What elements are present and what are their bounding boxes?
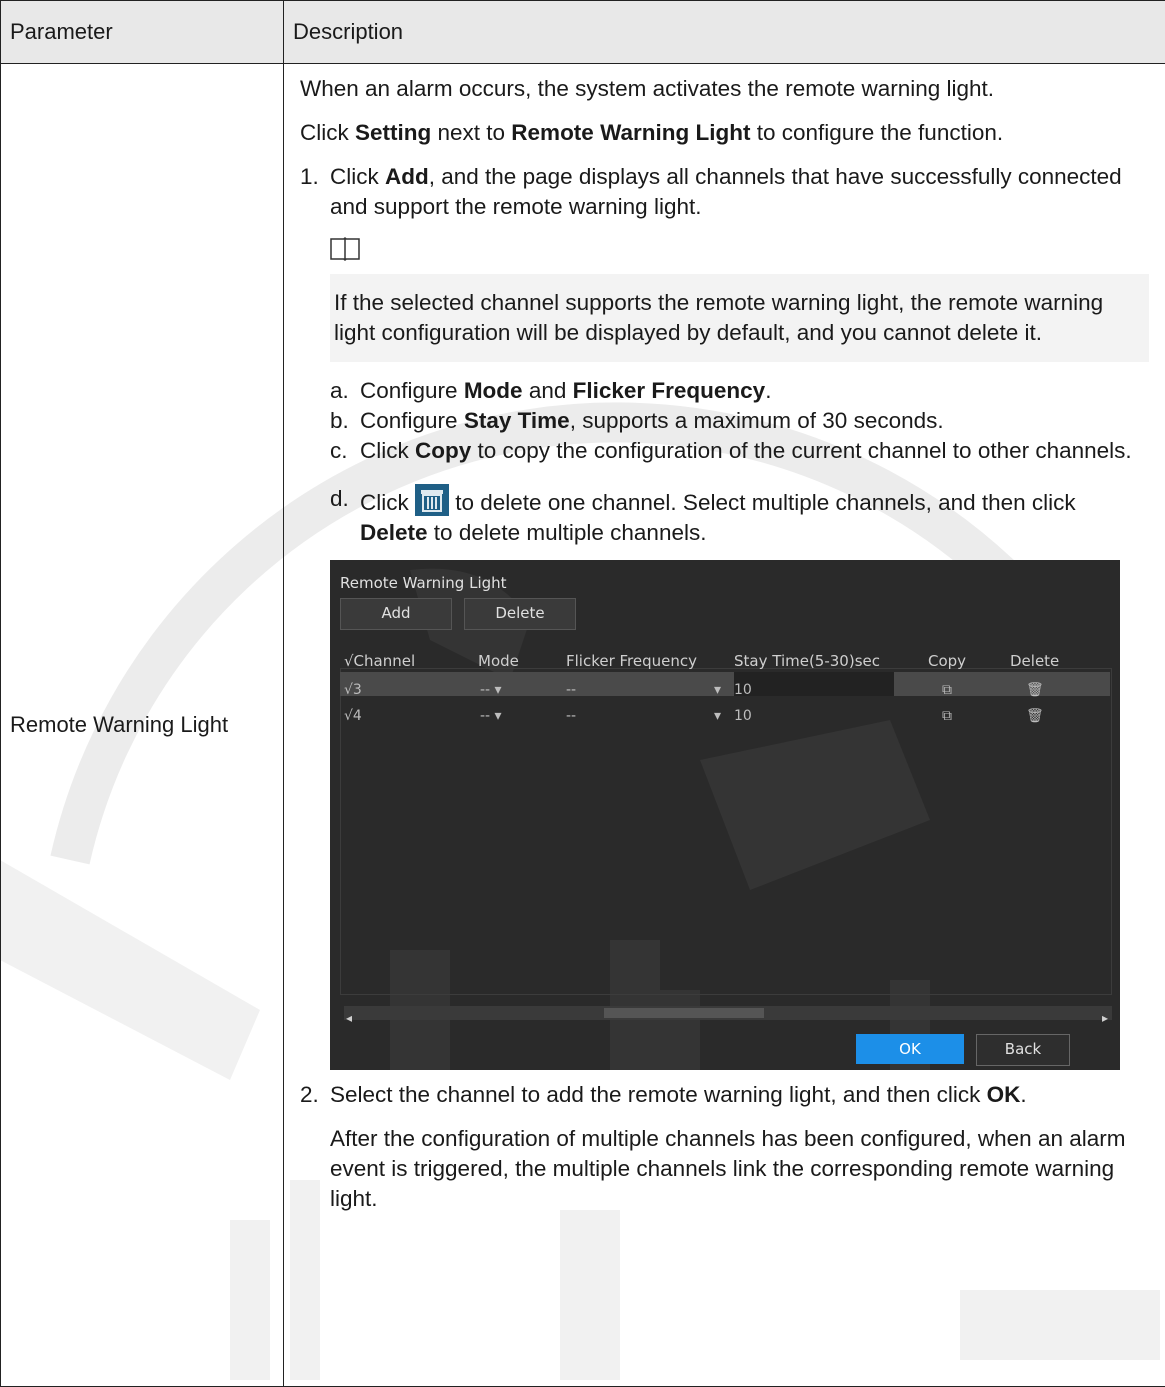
table-row[interactable]: √4 -- ▾ -- ▾ 10 ⧉ 🗑 [340,698,1110,724]
setting-instruction: Click Setting next to Remote Warning Lig… [300,120,1004,145]
stay-time-input[interactable]: 10 [734,672,894,698]
step-1: 1. Click Add, and the page displays all c… [300,164,1122,219]
step-2: 2. Select the channel to add the remote w… [300,1082,1027,1107]
parameter-table: Parameter Description Remote Warning Lig… [0,0,1165,1387]
row-checkbox[interactable]: √4 [344,701,362,731]
parameter-name: Remote Warning Light [0,63,284,1387]
closing-text: After the configuration of multiple chan… [330,1126,1126,1211]
add-button[interactable]: Add [340,598,452,630]
copy-icon[interactable]: ⧉ [942,701,952,731]
mode-select[interactable]: -- ▾ [480,701,502,731]
flicker-select[interactable]: -- [566,701,576,731]
note-text: If the selected channel supports the rem… [330,274,1149,362]
scroll-left-icon[interactable]: ◂ [346,1003,352,1033]
substep-d: d. Click to delete one channel. Select mu… [330,484,1076,545]
stay-time-input[interactable]: 10 [734,698,894,724]
dialog-title: Remote Warning Light [340,574,507,592]
back-button[interactable]: Back [976,1034,1070,1066]
note-book-icon [330,236,1149,268]
intro-text: When an alarm occurs, the system activat… [300,76,995,101]
table-row[interactable]: √3 -- ▾ -- ▾ 10 ⧉ 🗑 [340,672,1110,698]
delete-button[interactable]: Delete [464,598,576,630]
header-description: Description [283,0,1165,64]
delete-row-icon[interactable]: 🗑 [1026,701,1044,731]
substep-b: b. Configure Stay Time, supports a maximu… [330,408,944,433]
header-parameter: Parameter [0,0,284,64]
substep-c: c. Click Copy to copy the configuration o… [330,438,1132,463]
trash-icon [415,484,449,516]
scroll-right-icon[interactable]: ▸ [1102,1003,1108,1033]
horizontal-scrollbar[interactable]: ◂ ▸ [344,1006,1112,1025]
description-cell: When an alarm occurs, the system activat… [283,63,1165,1387]
chevron-down-icon: ▾ [714,708,722,724]
ok-button[interactable]: OK [856,1034,964,1064]
substep-a: a. Configure Mode and Flicker Frequency. [330,378,772,403]
remote-warning-light-dialog: Remote Warning Light Add Delete √Channel… [330,560,1120,1070]
scrollbar-thumb[interactable] [604,1008,764,1018]
